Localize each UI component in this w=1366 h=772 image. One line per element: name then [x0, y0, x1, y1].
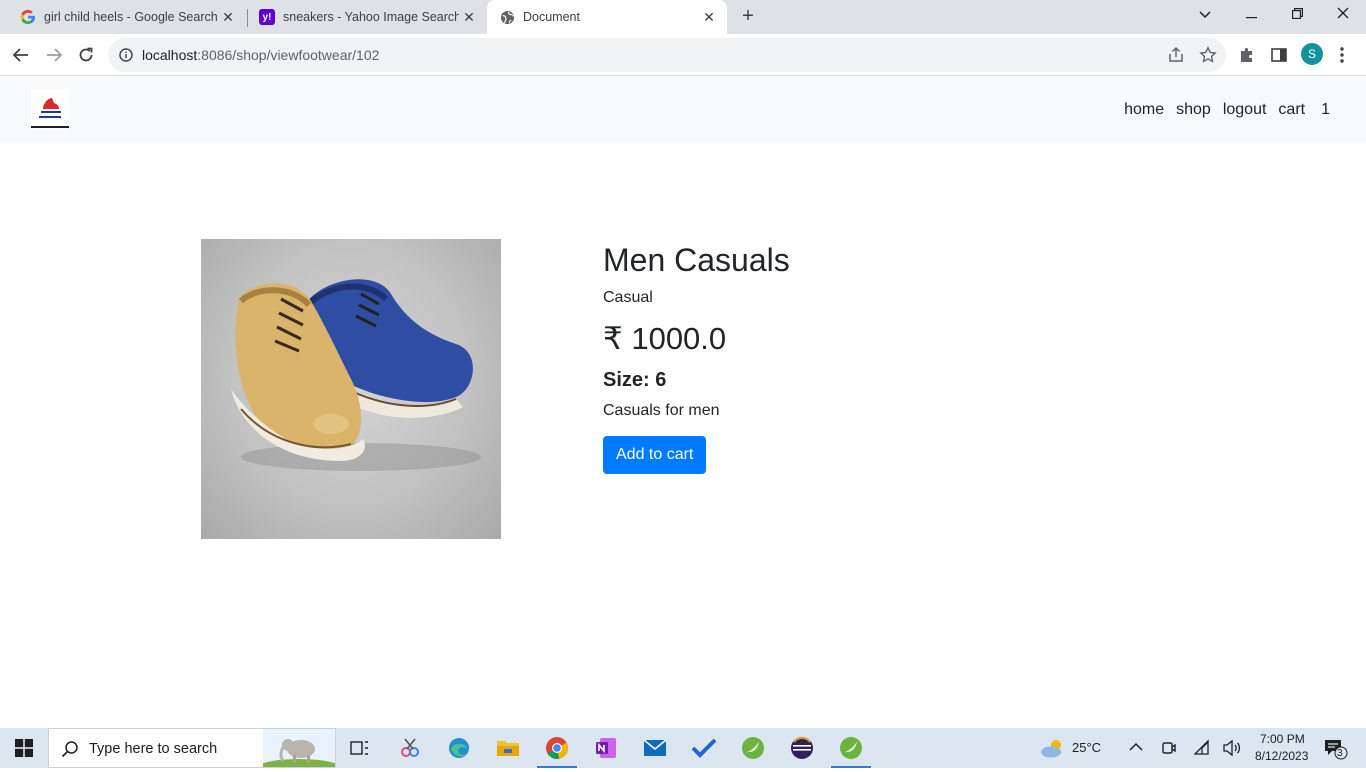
tab-title: girl child heels - Google Search — [44, 10, 218, 24]
browser-tab-strip: girl child heels - Google Search ✕ y! sn… — [0, 0, 1366, 34]
add-to-cart-button[interactable]: Add to cart — [603, 436, 707, 474]
tab-title: Document — [523, 10, 580, 24]
product-size: Size: 6 — [603, 369, 667, 391]
tab-search-chevron-icon[interactable] — [1182, 0, 1228, 30]
close-window-icon[interactable] — [1320, 0, 1366, 30]
windows-taskbar: Type here to search 25°C 7:00 PM 8/12/20… — [0, 728, 1366, 772]
product-category: Casual — [603, 289, 653, 306]
todo-checkmark-icon[interactable] — [680, 728, 728, 768]
leather-shoes-image — [231, 279, 481, 471]
nav-logout-link[interactable]: logout — [1217, 101, 1273, 119]
tab-yahoo-images[interactable]: y! sneakers - Yahoo Image Search R ✕ — [239, 0, 487, 34]
wifi-icon[interactable] — [1193, 739, 1211, 757]
spring-tool-icon[interactable] — [729, 728, 777, 768]
nav-cart-link[interactable]: cart — [1272, 101, 1311, 119]
share-icon[interactable] — [1167, 46, 1185, 64]
forward-arrow-icon[interactable] — [41, 42, 67, 68]
taskbar-search-box[interactable]: Type here to search — [48, 728, 343, 772]
weather-temperature[interactable]: 25°C — [1072, 740, 1101, 755]
tab-title: sneakers - Yahoo Image Search R — [283, 10, 459, 24]
onenote-icon[interactable] — [582, 728, 630, 768]
url-host: localhost — [142, 47, 198, 63]
mail-icon[interactable] — [631, 728, 679, 768]
eclipse-ide-icon[interactable] — [778, 728, 826, 768]
product-description: Casuals for men — [603, 402, 720, 419]
google-g-icon — [20, 9, 36, 25]
site-navbar: home shop logout cart 1 — [0, 77, 1366, 143]
nav-shop-link[interactable]: shop — [1170, 101, 1217, 119]
product-name: Men Casuals — [603, 242, 790, 278]
back-arrow-icon[interactable] — [8, 42, 34, 68]
file-explorer-icon[interactable] — [484, 728, 532, 768]
chrome-browser-icon[interactable] — [533, 728, 581, 768]
tab-document[interactable]: Document ✕ — [487, 0, 727, 34]
search-placeholder: Type here to search — [89, 741, 218, 757]
clock-time[interactable]: 7:00 PM — [1260, 732, 1305, 746]
spring-tool-active-icon[interactable] — [827, 728, 875, 768]
yahoo-icon: y! — [259, 9, 275, 25]
snipping-tool-icon[interactable] — [386, 728, 434, 768]
brand-logo-icon[interactable] — [31, 89, 69, 129]
close-tab-icon[interactable]: ✕ — [461, 9, 477, 25]
globe-icon — [499, 9, 515, 25]
url-path: :8086/shop/viewfootwear/102 — [197, 47, 380, 63]
product-info: Men Casuals Casual ₹ 1000.0 Size: 6 Casu… — [603, 240, 790, 474]
side-panel-icon[interactable] — [1270, 46, 1288, 64]
extensions-puzzle-icon[interactable] — [1238, 46, 1256, 64]
edge-browser-icon[interactable] — [435, 728, 483, 768]
restore-window-icon[interactable] — [1274, 0, 1320, 30]
url-text: localhost:8086/shop/viewfootwear/102 — [142, 47, 379, 63]
close-tab-icon[interactable]: ✕ — [701, 9, 717, 25]
nav-links: home shop logout cart 1 — [1118, 77, 1330, 143]
windows-start-icon[interactable] — [0, 728, 48, 768]
search-icon — [61, 740, 79, 763]
tab-google-search[interactable]: girl child heels - Google Search ✕ — [0, 0, 246, 34]
search-highlight-elephant-icon — [255, 729, 343, 772]
address-bar[interactable]: localhost:8086/shop/viewfootwear/102 — [108, 38, 1226, 72]
show-hidden-icons-chevron-icon[interactable] — [1128, 739, 1146, 757]
menu-kebab-icon[interactable] — [1340, 46, 1344, 64]
notification-count: 3 — [1337, 748, 1343, 759]
new-tab-icon[interactable]: + — [736, 5, 760, 29]
browser-toolbar: localhost:8086/shop/viewfootwear/102 S — [0, 34, 1366, 76]
product-price: ₹ 1000.0 — [603, 321, 727, 356]
profile-avatar[interactable]: S — [1301, 43, 1323, 65]
minimize-window-icon[interactable] — [1228, 0, 1274, 30]
site-info-icon[interactable] — [119, 48, 133, 67]
product-image — [201, 239, 501, 539]
weather-cloud-icon[interactable] — [1040, 738, 1066, 758]
reload-icon[interactable] — [73, 42, 99, 68]
close-tab-icon[interactable]: ✕ — [220, 9, 236, 25]
nav-home-link[interactable]: home — [1118, 101, 1170, 119]
cart-count-badge: 1 — [1321, 101, 1330, 118]
bookmark-star-icon[interactable] — [1199, 46, 1217, 64]
task-view-icon[interactable] — [336, 728, 384, 768]
clock-date[interactable]: 8/12/2023 — [1255, 749, 1308, 763]
volume-speaker-icon[interactable] — [1222, 739, 1241, 757]
meet-now-icon[interactable] — [1160, 739, 1178, 757]
